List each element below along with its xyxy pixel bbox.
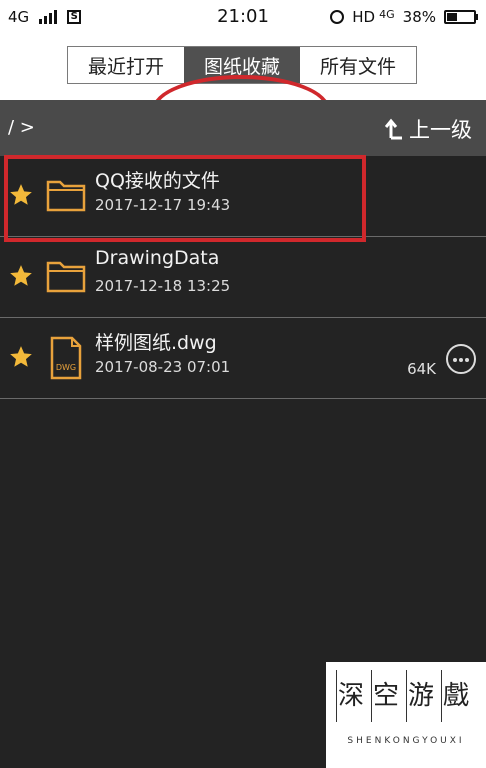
go-up-label: 上一级 — [409, 118, 472, 142]
file-date: 2017-08-23 07:01 — [95, 358, 231, 376]
watermark-char: 空 — [371, 670, 400, 722]
folder-icon — [46, 261, 86, 293]
file-date: 2017-12-18 13:25 — [95, 277, 231, 295]
tab-recent[interactable]: 最近打开 — [68, 47, 184, 83]
file-name: 样例图纸.dwg — [95, 332, 217, 354]
annotation-rectangle — [4, 155, 366, 242]
network2-label: 4G — [379, 7, 395, 21]
go-up-button[interactable]: 上一级 — [385, 114, 472, 144]
file-row[interactable]: DrawingData 2017-12-18 13:25 — [0, 237, 486, 318]
watermark-char: 游 — [406, 670, 435, 722]
file-name: DrawingData — [95, 247, 220, 269]
file-row[interactable]: DWG 样例图纸.dwg 2017-08-23 07:01 64K — [0, 318, 486, 399]
star-icon[interactable] — [8, 263, 34, 289]
current-path[interactable]: / > — [8, 117, 35, 138]
more-options-button[interactable] — [446, 344, 476, 374]
status-bar: 4G S 21:01 HD 4G 38% — [0, 0, 486, 34]
battery-percent: 38% — [402, 8, 436, 26]
dwg-label: DWG — [56, 363, 76, 372]
alarm-icon — [330, 10, 345, 24]
dwg-file-icon: DWG — [50, 336, 82, 380]
watermark-logo: 深 空 游 戲 SHENKONGYOUXI — [326, 662, 486, 768]
watermark-char: 深 — [336, 670, 365, 722]
file-size: 64K — [407, 360, 436, 378]
up-arrow-icon — [385, 118, 402, 140]
watermark-text: SHENKONGYOUXI — [347, 736, 465, 746]
battery-icon — [444, 10, 478, 24]
hd-label: HD — [352, 8, 376, 26]
watermark-char: 戲 — [441, 670, 470, 722]
path-bar: / > 上一级 — [0, 100, 486, 156]
tab-header: 最近打开 图纸收藏 所有文件 — [0, 34, 486, 145]
tab-all-files[interactable]: 所有文件 — [300, 47, 416, 83]
star-icon[interactable] — [8, 344, 34, 370]
